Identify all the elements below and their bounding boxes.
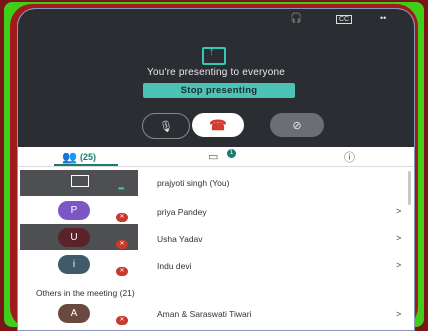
self-video-tile: •••: [20, 170, 138, 196]
camera-off-icon: ⊘: [292, 119, 302, 132]
tab-info[interactable]: ⓘ: [344, 147, 355, 166]
chevron-right-icon[interactable]: >: [396, 233, 401, 243]
speaking-indicator: •••: [118, 184, 124, 193]
muted-mic-icon: ✕: [116, 213, 128, 222]
mic-toggle-button[interactable]: 🎙: [142, 113, 190, 139]
people-count: (25): [79, 151, 96, 162]
chat-badge: 1: [227, 149, 236, 158]
avatar: i: [58, 255, 90, 274]
mic-icon: 🎙: [159, 120, 173, 133]
info-icon: ⓘ: [344, 151, 355, 164]
others-section-label: Others in the meeting (21): [36, 288, 135, 298]
stop-presenting-button[interactable]: Stop presenting: [143, 83, 295, 98]
tab-chat[interactable]: ▭: [208, 147, 218, 166]
chevron-right-icon[interactable]: >: [396, 206, 401, 216]
participant-name: Aman & Saraswati Tiwari: [157, 309, 252, 319]
presenting-message: You're presenting to everyone: [147, 67, 285, 78]
active-tab-indicator: [54, 164, 118, 166]
phone-screen: 🎧 CC •• You're presenting to everyone St…: [17, 8, 415, 331]
end-call-button[interactable]: ☎: [192, 113, 244, 137]
presenting-panel: 🎧 CC •• You're presenting to everyone St…: [18, 9, 414, 147]
muted-mic-icon: ✕: [116, 267, 128, 276]
participant-name: priya Pandey: [157, 207, 207, 217]
captions-icon[interactable]: CC: [336, 15, 353, 24]
present-screen-icon: [202, 46, 226, 65]
screen-share-icon: [71, 175, 89, 187]
chevron-right-icon[interactable]: >: [396, 309, 401, 319]
avatar: A: [58, 304, 90, 323]
chevron-right-icon[interactable]: >: [396, 260, 401, 270]
tab-bar: 👥 (25) ▭ ⓘ: [18, 147, 414, 167]
muted-mic-icon: ✕: [116, 316, 128, 325]
participant-name: prajyoti singh (You): [157, 178, 230, 188]
list-item[interactable]: U ✕ Usha Yadav >: [18, 224, 414, 251]
end-call-icon: ☎: [209, 116, 227, 133]
people-icon: 👥: [62, 149, 77, 164]
avatar: U: [58, 228, 90, 247]
avatar: P: [58, 201, 90, 220]
muted-mic-icon: ✕: [116, 240, 128, 249]
camera-toggle-button[interactable]: ⊘: [270, 113, 324, 137]
headset-icon[interactable]: 🎧: [290, 13, 302, 24]
list-item[interactable]: A ✕ Aman & Saraswati Tiwari >: [18, 302, 414, 328]
list-item[interactable]: P ✕ priya Pandey >: [18, 198, 414, 224]
chat-icon: ▭: [208, 151, 219, 163]
participant-name: Usha Yadav: [157, 234, 203, 244]
list-item[interactable]: ••• prajyoti singh (You): [18, 170, 414, 196]
more-icon[interactable]: ••: [380, 13, 386, 23]
participant-list: ••• prajyoti singh (You) P ✕ priya Pande…: [18, 167, 414, 330]
participant-name: Indu devi: [157, 261, 192, 271]
list-item[interactable]: i ✕ Indu devi >: [18, 252, 414, 278]
